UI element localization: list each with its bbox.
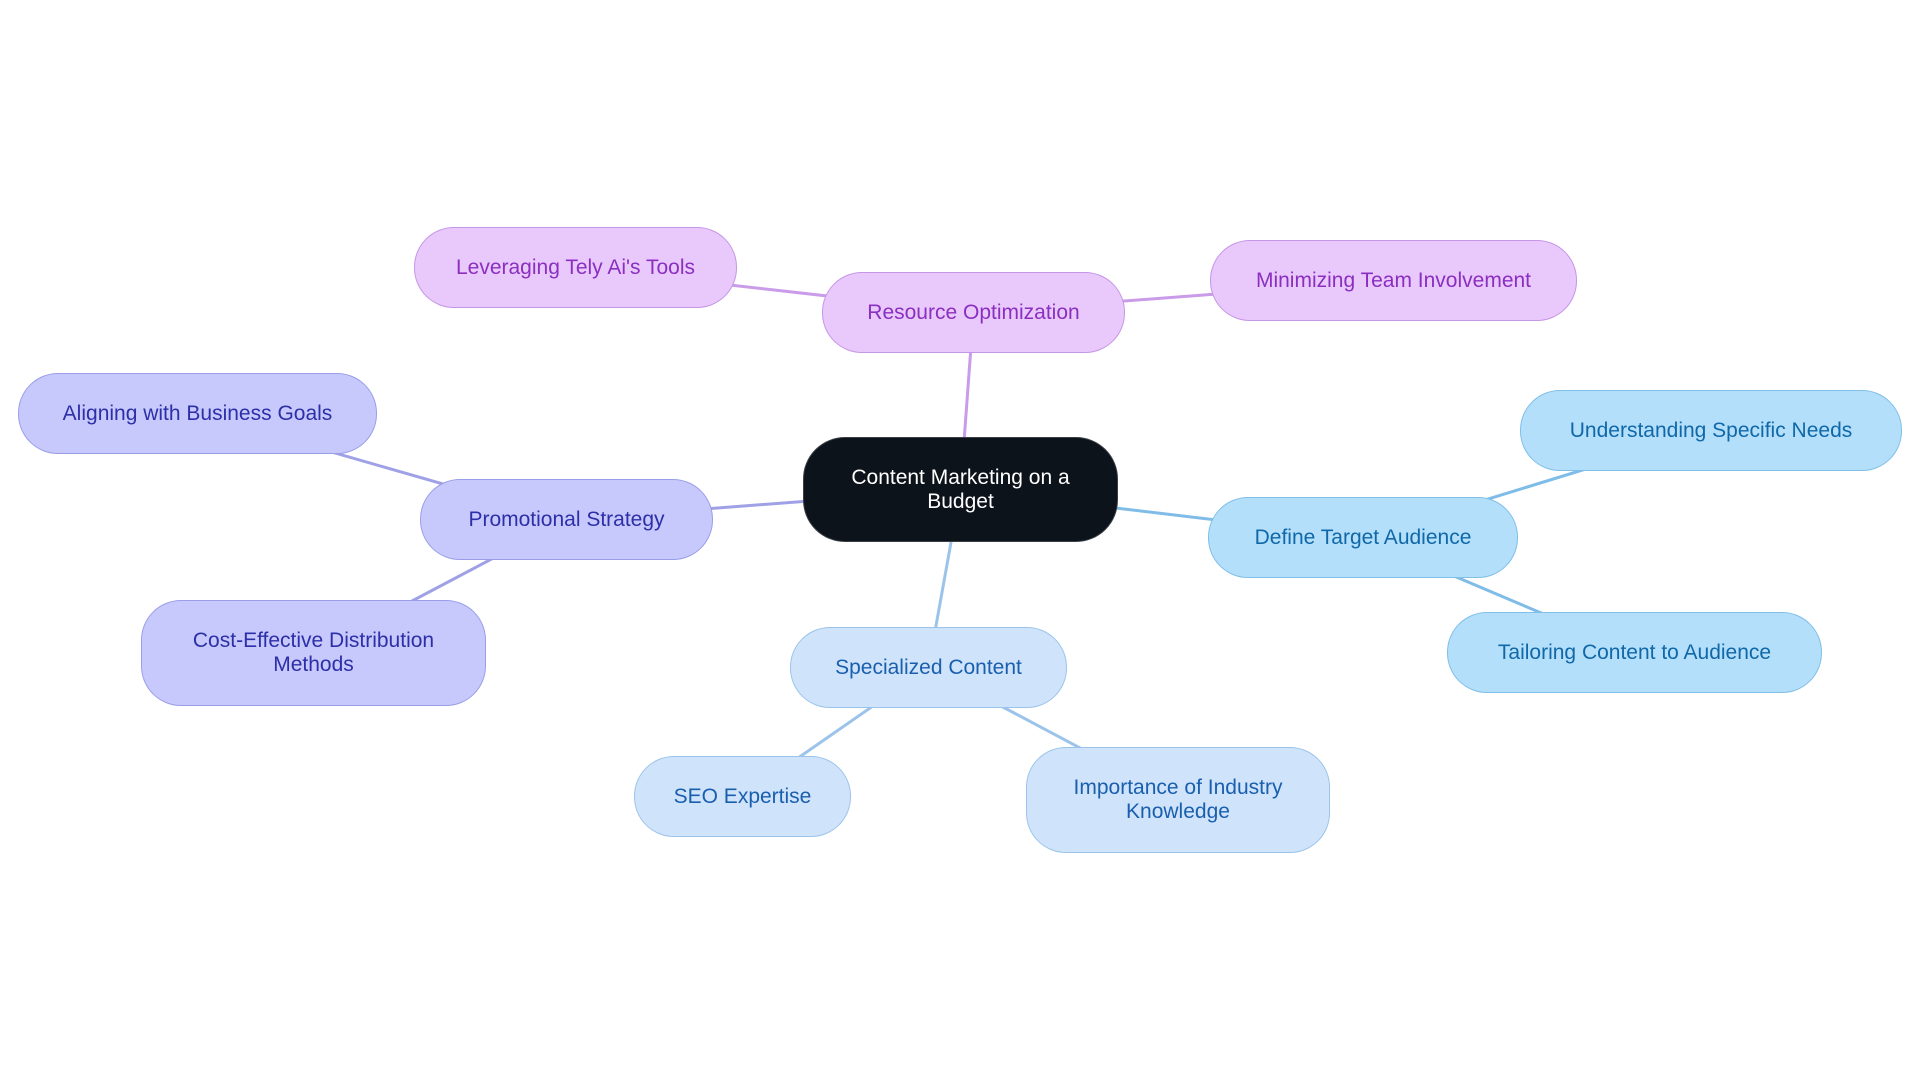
node-seo-expertise[interactable]: SEO Expertise (634, 756, 851, 837)
node-define-target-audience[interactable]: Define Target Audience (1208, 497, 1518, 578)
node-tailoring-content[interactable]: Tailoring Content to Audience (1447, 612, 1822, 693)
node-minimizing-team[interactable]: Minimizing Team Involvement (1210, 240, 1577, 321)
node-specialized-content[interactable]: Specialized Content (790, 627, 1067, 708)
mindmap-canvas: Content Marketing on a Budget Resource O… (0, 0, 1920, 1083)
node-leveraging-tools[interactable]: Leveraging Tely Ai's Tools (414, 227, 737, 308)
node-label: SEO Expertise (673, 784, 812, 808)
node-cost-effective-distribution[interactable]: Cost-Effective Distribution Methods (141, 600, 486, 706)
node-root[interactable]: Content Marketing on a Budget (803, 437, 1118, 542)
node-label: Content Marketing on a Budget (851, 465, 1070, 513)
node-label: Resource Optimization (867, 300, 1080, 324)
node-resource-optimization[interactable]: Resource Optimization (822, 272, 1125, 353)
node-label: Promotional Strategy (468, 507, 665, 531)
node-label: Importance of Industry Knowledge (1073, 776, 1283, 823)
node-understanding-needs[interactable]: Understanding Specific Needs (1520, 390, 1902, 471)
node-label: Specialized Content (835, 655, 1022, 679)
node-aligning-goals[interactable]: Aligning with Business Goals (18, 373, 377, 454)
node-label: Define Target Audience (1254, 525, 1472, 549)
node-label: Tailoring Content to Audience (1497, 640, 1772, 664)
node-label: Leveraging Tely Ai's Tools (455, 255, 696, 279)
node-label: Minimizing Team Involvement (1255, 268, 1532, 292)
node-promotional-strategy[interactable]: Promotional Strategy (420, 479, 713, 560)
node-industry-knowledge[interactable]: Importance of Industry Knowledge (1026, 747, 1330, 853)
node-label: Understanding Specific Needs (1569, 418, 1853, 442)
node-label: Cost-Effective Distribution Methods (192, 629, 435, 676)
node-label: Aligning with Business Goals (62, 401, 333, 425)
